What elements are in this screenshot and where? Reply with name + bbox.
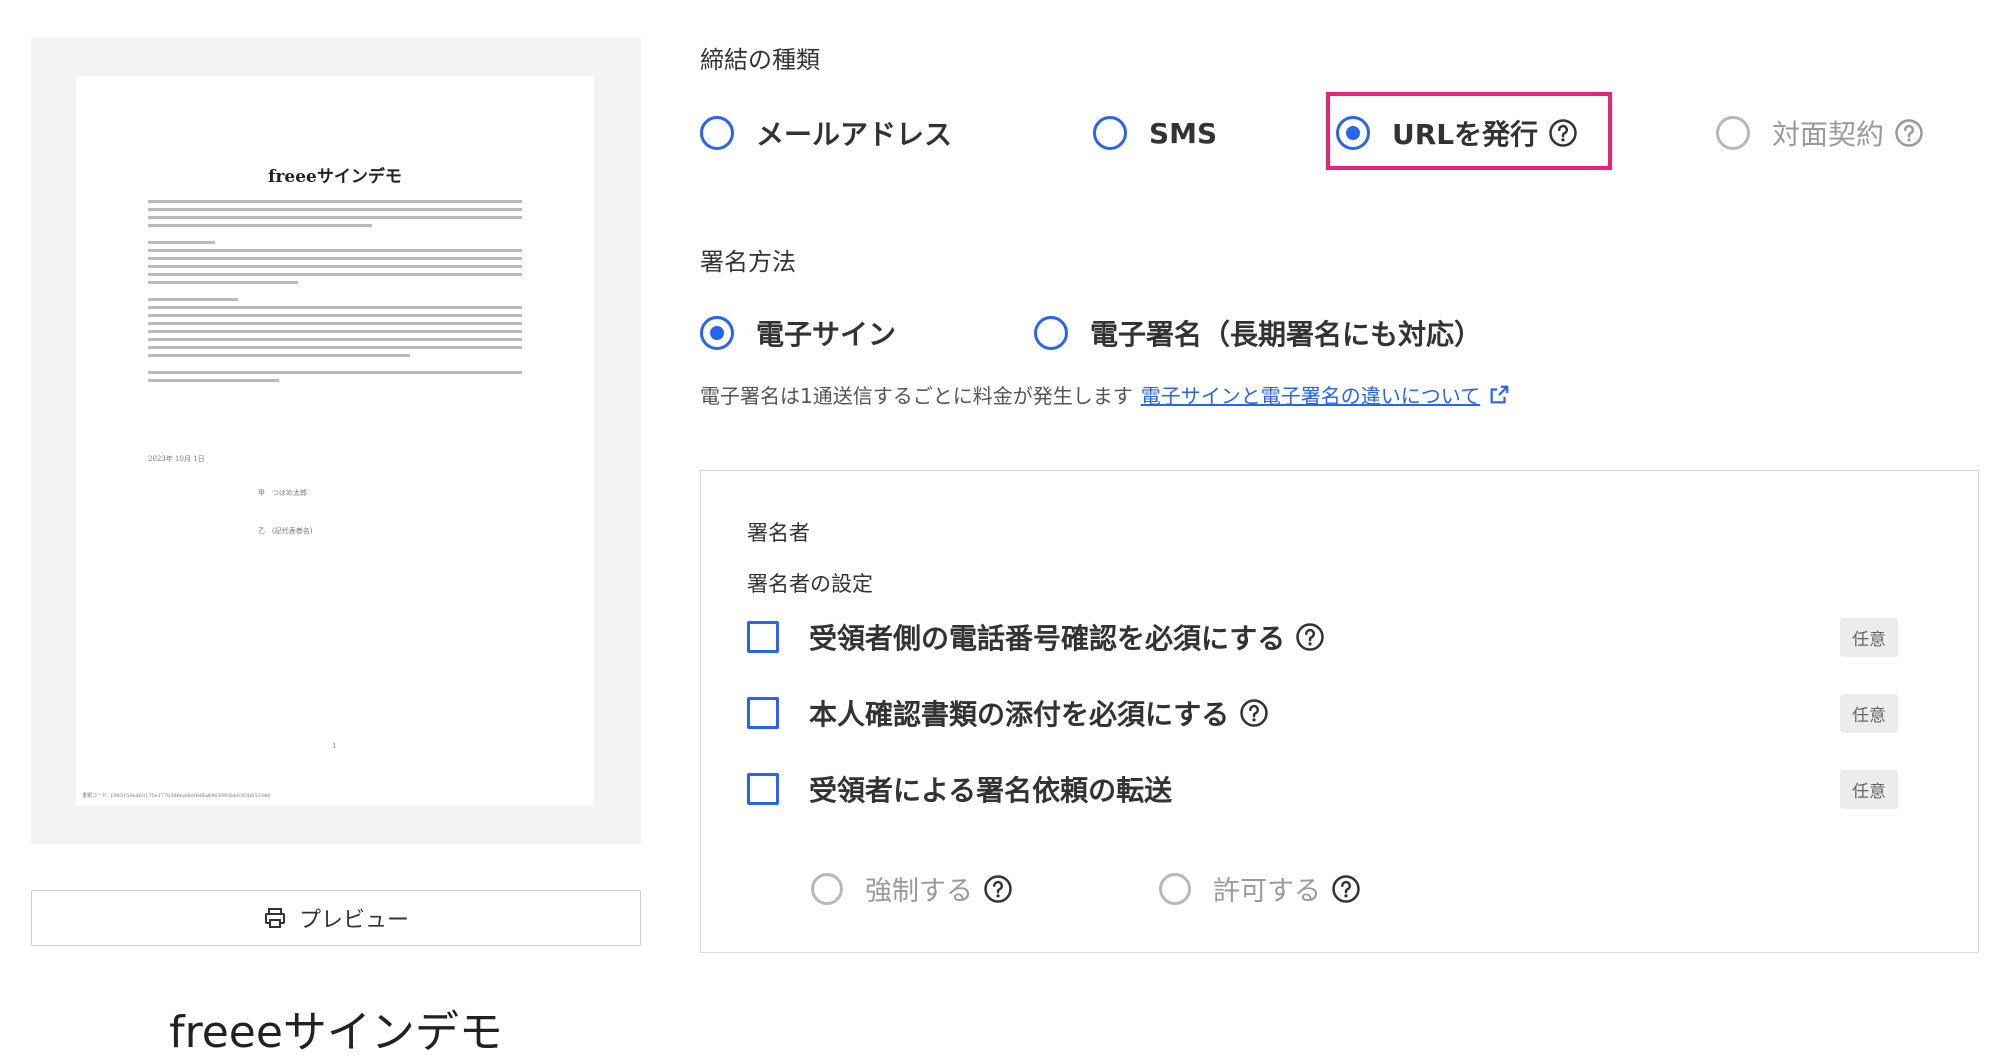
signing-fee-note: 電子署名は1通送信するごとに料金が発生します 電子サインと電子署名の違いについて [700, 380, 1510, 409]
radio-label: メールアドレス [756, 118, 953, 151]
signing-fee-note-text: 電子署名は1通送信するごとに料金が発生します [700, 384, 1133, 408]
document-page: freeeサインデモ 2023年 10月 1日 甲 つばめ太郎 乙 (記代表者名… [76, 76, 594, 806]
optional-badge: 任意 [1840, 693, 1898, 733]
radio-label: 電子署名（長期署名にも対応） [1090, 318, 1483, 351]
document-date: 2023年 10月 1日 [148, 455, 205, 463]
radio-indicator-disabled [1716, 116, 1750, 150]
left-column: freeeサインデモ 2023年 10月 1日 甲 つばめ太郎 乙 (記代表者名… [31, 38, 641, 1060]
radio-electronic-signature[interactable]: 電子署名（長期署名にも対応） [1034, 313, 1482, 353]
help-icon[interactable] [1548, 118, 1578, 148]
preview-button[interactable]: プレビュー [31, 890, 641, 946]
radio-indicator-disabled [1159, 872, 1191, 905]
contract-type-title: 締結の種類 [700, 46, 820, 74]
document-page-number: 1 [332, 742, 337, 750]
radio-indicator-disabled [811, 872, 843, 905]
radio-forward-force[interactable]: 強制する [811, 869, 1013, 908]
radio-in-person[interactable]: 対面契約 [1716, 113, 1924, 153]
option-request-forwarding: 受領者による署名依頼の転送 任意 [747, 769, 1898, 809]
checkbox-id-document[interactable] [747, 697, 779, 729]
option-phone-verification: 受領者側の電話番号確認を必須にする 任意 [747, 617, 1898, 657]
signing-difference-link[interactable]: 電子サインと電子署名の違いについて [1141, 380, 1480, 409]
radio-email[interactable]: メールアドレス [700, 113, 1093, 153]
signing-method-title: 署名方法 [700, 248, 796, 276]
radio-forward-allow[interactable]: 許可する [1159, 869, 1361, 908]
document-party-a: 甲 つばめ太郎 [258, 489, 307, 497]
optional-badge: 任意 [1840, 769, 1898, 809]
radio-label: 強制する [865, 876, 973, 907]
document-thumbnail: freeeサインデモ 2023年 10月 1日 甲 つばめ太郎 乙 (記代表者名… [31, 38, 641, 844]
help-icon[interactable] [1295, 622, 1325, 652]
signer-settings-panel: 署名者 署名者の設定 受領者側の電話番号確認を必須にする 任意 本人確認書類の添… [700, 470, 1979, 953]
help-icon[interactable] [1894, 118, 1924, 148]
document-page-title: freeeサインデモ [268, 167, 402, 187]
signing-method-options: 電子サイン 電子署名（長期署名にも対応） [700, 313, 1482, 353]
option-id-document: 本人確認書類の添付を必須にする 任意 [747, 693, 1898, 733]
radio-indicator [1093, 116, 1127, 150]
radio-label: URLを発行 [1392, 118, 1539, 151]
radio-indicator-checked [1336, 116, 1370, 150]
option-label: 本人確認書類の添付を必須にする [809, 698, 1230, 731]
external-link-icon[interactable] [1488, 384, 1510, 406]
help-icon[interactable] [983, 874, 1013, 904]
option-label: 受領者による署名依頼の転送 [809, 774, 1173, 807]
radio-label: 対面契約 [1772, 118, 1885, 151]
document-footer-code: 書類コード: 1985150ed63175e17763d6ea0b0bd6a64… [82, 793, 271, 799]
document-name: freeeサインデモ [169, 1007, 503, 1058]
contract-type-options: メールアドレス SMS URLを発行 対面契約 [700, 113, 1924, 153]
radio-label: SMS [1149, 116, 1218, 150]
signer-title: 署名者 [747, 521, 810, 545]
radio-url-issue[interactable]: URLを発行 [1336, 113, 1716, 153]
option-label: 受領者側の電話番号確認を必須にする [809, 622, 1286, 655]
preview-button-label: プレビュー [298, 908, 409, 933]
radio-sms[interactable]: SMS [1093, 116, 1336, 150]
help-icon[interactable] [1331, 874, 1361, 904]
document-body-text [148, 200, 522, 387]
radio-indicator-checked [700, 316, 734, 350]
checkbox-request-forwarding[interactable] [747, 773, 779, 805]
radio-label: 電子サイン [756, 318, 897, 351]
radio-indicator [1034, 316, 1068, 350]
signer-settings-title: 署名者の設定 [747, 572, 873, 596]
radio-label: 許可する [1213, 876, 1321, 907]
help-icon[interactable] [1239, 698, 1269, 728]
radio-indicator [700, 116, 734, 150]
radio-electronic-sign[interactable]: 電子サイン [700, 313, 1034, 353]
printer-icon [264, 908, 285, 928]
optional-badge: 任意 [1840, 617, 1898, 657]
document-party-b: 乙 (記代表者名) [258, 527, 313, 535]
checkbox-phone-verification[interactable] [747, 621, 779, 653]
